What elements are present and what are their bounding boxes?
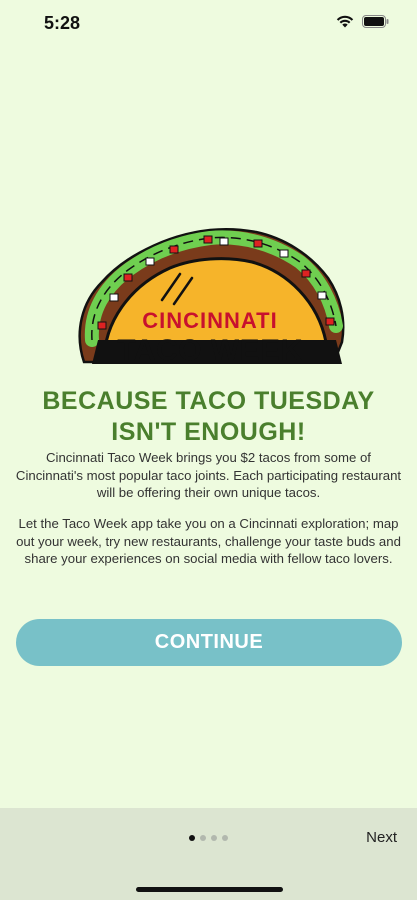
headline: BECAUSE TACO TUESDAY ISN'T ENOUGH! <box>0 386 417 448</box>
continue-button[interactable]: CONTINUE <box>16 619 402 666</box>
page-dot-3[interactable] <box>211 835 217 841</box>
headline-line-1: BECAUSE TACO TUESDAY <box>42 387 375 415</box>
next-button[interactable]: Next <box>366 829 397 846</box>
logo-text-taco-week: TACO WEEK <box>117 334 303 367</box>
wifi-icon <box>336 15 354 28</box>
home-indicator[interactable] <box>136 887 283 892</box>
taco-week-logo: CINCINNATI TACO WEEK <box>74 222 346 372</box>
battery-icon <box>362 15 389 28</box>
status-icons <box>336 15 389 28</box>
page-dot-2[interactable] <box>200 835 206 841</box>
logo-text-cincinnati: CINCINNATI <box>142 308 278 333</box>
app-description-paragraph: Let the Taco Week app take you on a Cinc… <box>16 516 401 566</box>
onboarding-screen: 5:28 CINCINNATI TACO WEEK BECAUSE TACO T… <box>0 0 417 900</box>
headline-line-2: ISN'T ENOUGH! <box>111 418 306 446</box>
status-bar: 5:28 <box>0 0 417 48</box>
bottom-bar: Next <box>0 808 417 900</box>
status-time: 5:28 <box>44 13 81 33</box>
page-indicator[interactable] <box>189 835 228 841</box>
intro-paragraph: Cincinnati Taco Week brings you $2 tacos… <box>15 450 402 500</box>
page-dot-4[interactable] <box>222 835 228 841</box>
page-dot-1[interactable] <box>189 835 195 841</box>
